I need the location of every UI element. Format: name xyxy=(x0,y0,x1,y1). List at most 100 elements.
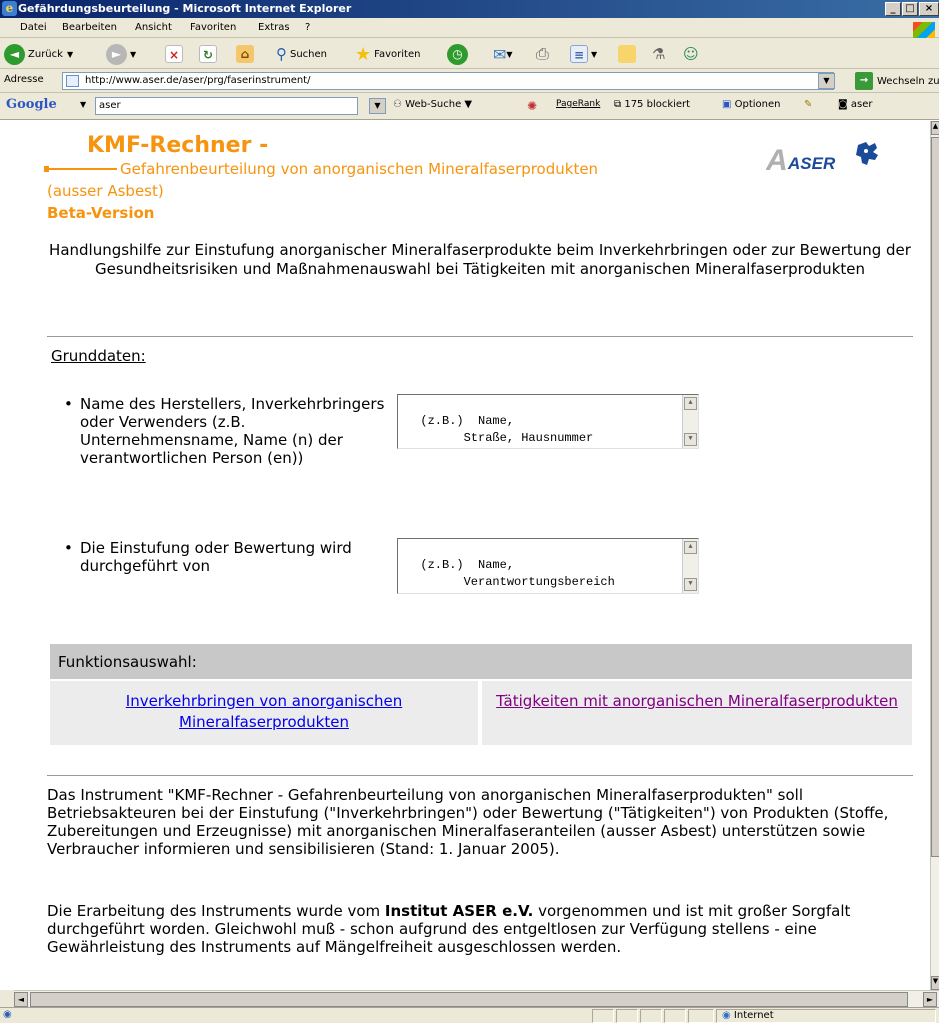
highlight-icon[interactable]: ✎ xyxy=(804,99,812,110)
menu-favoriten[interactable]: Favoriten xyxy=(190,22,236,33)
scroll-left-icon[interactable]: ◄ xyxy=(14,992,28,1007)
history-button[interactable]: ◷ xyxy=(447,42,471,66)
search-icon: ⚲ xyxy=(276,45,287,63)
page-subtitle: Gefahrenbeurteilung von anorganischen Mi… xyxy=(120,160,599,178)
field-bewertung-label: Die Einstufung oder Bewertung wird durch… xyxy=(80,539,352,575)
aser-logo: A ASER xyxy=(765,137,886,179)
disclaimer-text-start: Die Erarbeitung des Instruments wurde vo… xyxy=(47,902,385,920)
textarea-scrollbar[interactable]: ▲ ▼ xyxy=(682,395,698,448)
status-segment xyxy=(688,1009,714,1023)
beta-label: Beta-Version xyxy=(47,204,155,222)
find-icon: ◙ xyxy=(838,99,848,110)
window-titlebar[interactable]: e Gefährdungsbeurteilung - Microsoft Int… xyxy=(0,0,939,18)
vertical-scroll-thumb[interactable] xyxy=(931,137,939,857)
options-icon: ▣ xyxy=(722,99,732,110)
refresh-icon: ↻ xyxy=(199,45,217,63)
window-title: Gefährdungsbeurteilung - Microsoft Inter… xyxy=(18,2,352,15)
refresh-button[interactable]: ↻ xyxy=(199,42,217,66)
minimize-button[interactable]: _ xyxy=(885,2,901,16)
function-selection-row: Inverkehrbringen von anorganischen Miner… xyxy=(50,681,912,745)
field-hersteller: • Name des Herstellers, Inverkehrbringer… xyxy=(64,395,389,467)
disclaimer-paragraph: Die Erarbeitung des Instruments wurde vo… xyxy=(47,902,913,956)
address-dropdown-button[interactable]: ▼ xyxy=(818,73,835,89)
scroll-down-icon[interactable]: ▼ xyxy=(684,578,697,591)
go-button[interactable]: → Wechseln zu xyxy=(855,72,939,90)
bullet-icon: • xyxy=(64,539,73,557)
close-button[interactable]: × xyxy=(919,2,939,16)
menu-bearbeiten[interactable]: Bearbeiten xyxy=(62,22,117,33)
google-menu-dropdown-icon[interactable]: ▼ xyxy=(80,100,86,109)
horizontal-scrollbar[interactable]: ◄ ► xyxy=(14,990,939,1007)
mail-button[interactable]: ✉ ▼ xyxy=(493,42,513,66)
bewertung-textarea-value: (z.B.) Name, Verantwortungsbereich etc. xyxy=(420,558,615,593)
address-url: http://www.aser.de/aser/prg/faserinstrum… xyxy=(85,75,311,86)
home-icon: ⌂ xyxy=(236,45,254,63)
notes-button[interactable] xyxy=(618,42,636,66)
search-button[interactable]: ⚲ Suchen xyxy=(276,42,327,66)
aser-button-label: aser xyxy=(850,99,873,110)
favorites-button[interactable]: ★ Favoriten xyxy=(355,42,420,66)
divider xyxy=(47,775,913,776)
status-bar: ◉ ◉ Internet xyxy=(0,1007,939,1023)
scroll-right-icon[interactable]: ► xyxy=(923,992,937,1007)
status-segment xyxy=(640,1009,662,1023)
bullet-icon: • xyxy=(64,395,73,413)
home-button[interactable]: ⌂ xyxy=(236,42,254,66)
bewertung-textarea[interactable]: (z.B.) Name, Verantwortungsbereich etc. … xyxy=(397,538,699,594)
stop-button[interactable]: × xyxy=(165,42,183,66)
research-icon: ⚗ xyxy=(652,45,666,63)
options-label: Optionen xyxy=(734,99,781,110)
scroll-up-icon[interactable]: ▲ xyxy=(684,541,697,554)
hersteller-textarea[interactable]: (z.B.) Name, Straße, Hausnummer PLZ, Ort… xyxy=(397,394,699,449)
windows-logo-icon xyxy=(913,22,935,39)
standard-toolbar: ◄ Zurück ▼ ► ▼ × ↻ ⌂ ⚲ Suchen ★ Favoriten … xyxy=(0,38,939,69)
news-icon[interactable]: ✺ xyxy=(527,99,537,113)
title-decoration-line xyxy=(47,168,117,170)
link-taetigkeiten[interactable]: Tätigkeiten mit anorganischen Mineralfas… xyxy=(496,692,898,710)
menu-datei[interactable]: Datei xyxy=(20,22,47,33)
popup-blocker[interactable]: ⧉ 175 blockiert xyxy=(614,99,690,110)
page-icon xyxy=(66,75,79,87)
textarea-scrollbar[interactable]: ▲ ▼ xyxy=(682,539,698,593)
vertical-scrollbar[interactable]: ▲ ▼ xyxy=(930,121,939,990)
function-cell-taetigkeiten: Tätigkeiten mit anorganischen Mineralfas… xyxy=(482,681,912,745)
scroll-up-icon[interactable]: ▲ xyxy=(931,121,939,135)
favorites-star-icon: ★ xyxy=(355,43,372,65)
research-button[interactable]: ⚗ xyxy=(652,42,665,66)
maximize-button[interactable]: □ xyxy=(902,2,918,16)
print-button[interactable]: ⎙ xyxy=(536,42,549,66)
field-hersteller-label: Name des Herstellers, Inverkehrbringers … xyxy=(80,395,385,467)
logo-text: ASER xyxy=(787,154,836,173)
pagerank-label[interactable]: PageRank xyxy=(556,99,600,109)
google-search-input[interactable]: aser xyxy=(95,97,358,115)
scroll-up-icon[interactable]: ▲ xyxy=(684,397,697,410)
blocked-count: 175 blockiert xyxy=(624,99,691,110)
scroll-down-icon[interactable]: ▼ xyxy=(684,433,697,446)
google-logo[interactable]: Google xyxy=(6,97,57,112)
web-search-button[interactable]: ⚇ Web-Suche ▼ xyxy=(393,99,472,110)
internet-zone: ◉ Internet xyxy=(722,1010,774,1021)
svg-text:A: A xyxy=(766,144,788,177)
scroll-down-icon[interactable]: ▼ xyxy=(931,976,939,990)
menu-ansicht[interactable]: Ansicht xyxy=(135,22,172,33)
link-inverkehrbringen[interactable]: Inverkehrbringen von anorganischen Miner… xyxy=(126,692,402,731)
forward-button[interactable]: ► ▼ xyxy=(106,42,136,66)
menu-help[interactable]: ? xyxy=(305,22,310,33)
messenger-button[interactable]: ☺ xyxy=(683,42,699,66)
scrollbar-corner xyxy=(0,990,14,1007)
print-icon: ⎙ xyxy=(536,44,549,63)
back-label: Zurück xyxy=(28,48,63,60)
favorites-label: Favoriten xyxy=(374,48,421,60)
aser-button[interactable]: ◙ aser xyxy=(838,99,873,110)
description-paragraph: Das Instrument "KMF-Rechner - Gefahrenbe… xyxy=(47,786,889,858)
horizontal-scroll-thumb[interactable] xyxy=(30,992,908,1007)
address-input[interactable]: http://www.aser.de/aser/prg/faserinstrum… xyxy=(62,72,834,90)
menu-extras[interactable]: Extras xyxy=(258,22,290,33)
google-search-dropdown[interactable]: ▼ xyxy=(369,98,386,114)
status-segment xyxy=(664,1009,686,1023)
binoculars-icon: ⚇ xyxy=(393,99,402,110)
institute-name: Institut ASER e.V. xyxy=(384,902,534,920)
edit-button[interactable]: ≡ ▼ xyxy=(570,42,597,66)
options-button[interactable]: ▣ Optionen xyxy=(722,99,781,110)
back-button[interactable]: ◄ Zurück ▼ xyxy=(4,42,73,66)
